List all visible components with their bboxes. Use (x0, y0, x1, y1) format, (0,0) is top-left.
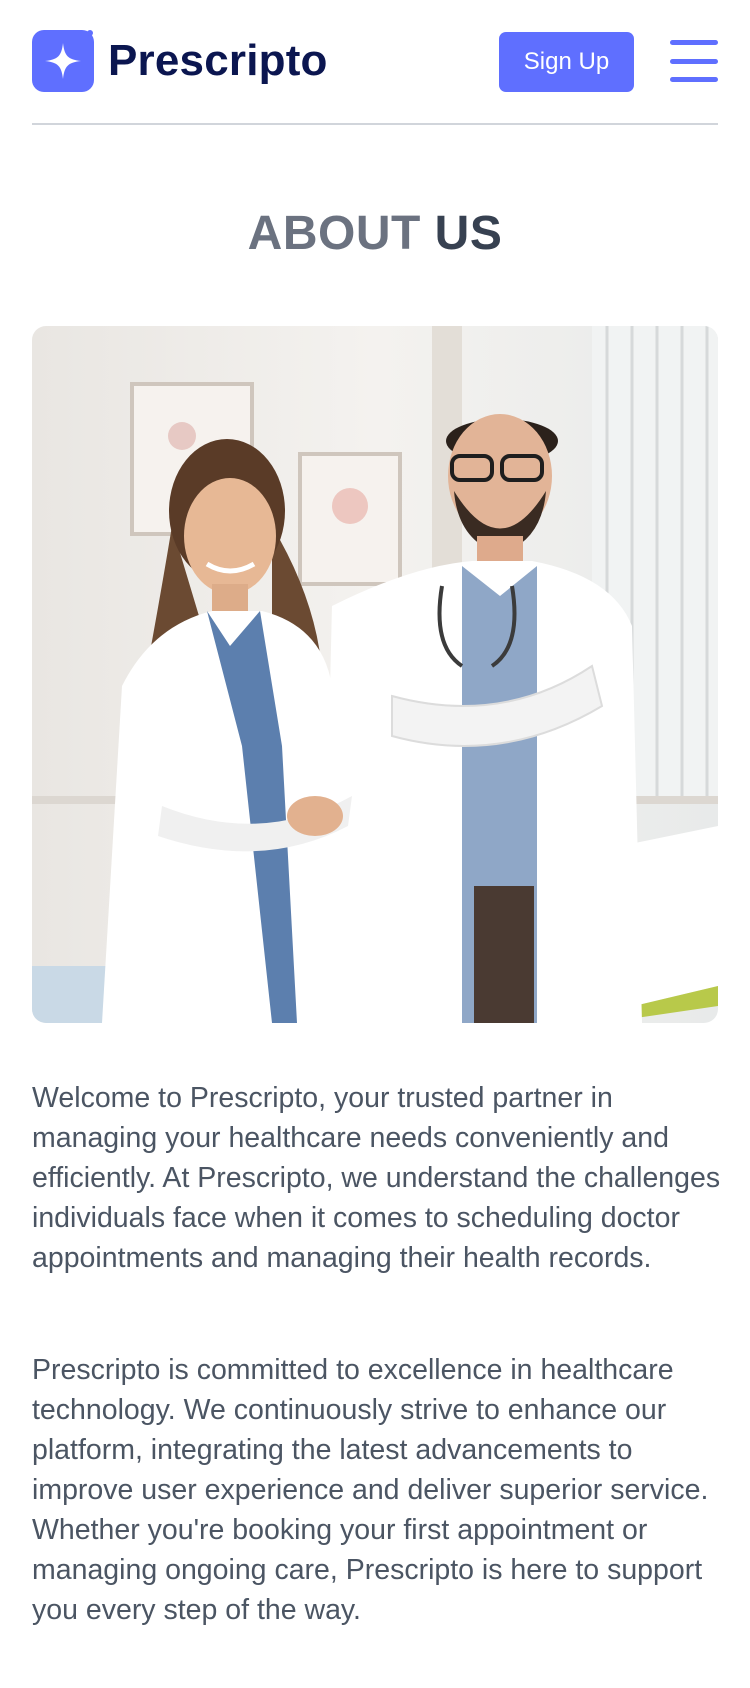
title-strong: US (434, 207, 503, 260)
brand-logo[interactable]: Prescripto (32, 30, 328, 92)
site-header: Prescripto Sign Up (32, 0, 718, 125)
sparkle-logo-icon (32, 30, 94, 92)
menu-bar (670, 77, 718, 82)
title-light: ABOUT (247, 207, 421, 260)
sign-up-button[interactable]: Sign Up (499, 32, 634, 92)
brand-name: Prescripto (108, 36, 328, 85)
about-paragraph-1: Welcome to Prescripto, your trusted part… (32, 1082, 721, 1274)
doctors-photo (32, 326, 718, 1023)
about-paragraph-2: Prescripto is committed to excellence in… (32, 1354, 709, 1626)
page-title: ABOUT US (0, 206, 750, 261)
menu-bar (670, 40, 718, 45)
menu-bar (670, 58, 718, 64)
about-hero-image (32, 326, 718, 1023)
hamburger-menu-icon[interactable] (670, 40, 718, 82)
